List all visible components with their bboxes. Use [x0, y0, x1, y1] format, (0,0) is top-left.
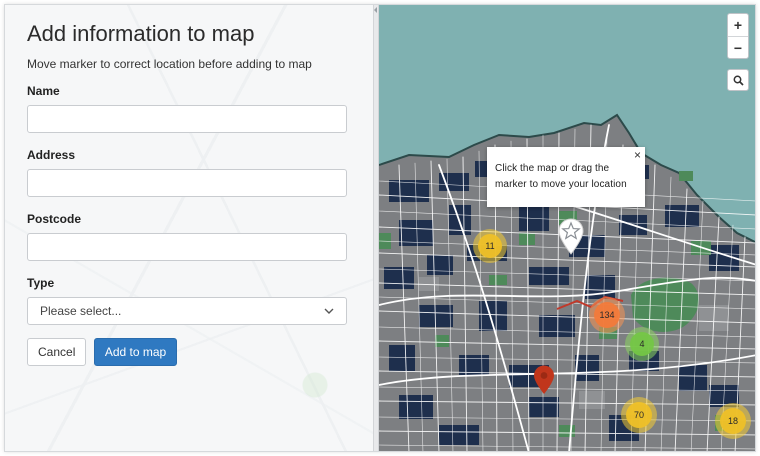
- add-info-form: Add information to map Move marker to co…: [27, 19, 347, 366]
- marker-cluster[interactable]: 11: [473, 229, 507, 263]
- search-icon: [733, 75, 744, 86]
- zoom-in-button[interactable]: +: [728, 14, 748, 36]
- name-label: Name: [27, 84, 60, 98]
- cancel-button[interactable]: Cancel: [27, 338, 87, 366]
- popup-close-button[interactable]: ×: [634, 149, 641, 161]
- form-actions: Cancel Add to map: [27, 338, 347, 366]
- type-label: Type: [27, 276, 55, 290]
- form-title: Add information to map: [27, 21, 255, 46]
- map-search-button[interactable]: [727, 69, 749, 91]
- marker-cluster[interactable]: 134: [589, 297, 625, 333]
- map-view[interactable]: + − × Click the map or drag the marker t…: [379, 5, 755, 451]
- form-hint: Move marker to correct location before a…: [27, 57, 312, 71]
- zoom-out-button[interactable]: −: [728, 36, 748, 58]
- type-select[interactable]: Please select...: [27, 297, 347, 325]
- marker-cluster[interactable]: 4: [625, 327, 659, 361]
- chevron-down-icon: [324, 308, 334, 314]
- marker-cluster[interactable]: 70: [621, 397, 657, 433]
- postcode-label: Postcode: [27, 212, 82, 226]
- name-input[interactable]: [27, 105, 347, 133]
- address-input[interactable]: [27, 169, 347, 197]
- location-popup: × Click the map or drag the marker to mo…: [487, 147, 645, 207]
- postcode-input[interactable]: [27, 233, 347, 261]
- type-select-value: Please select...: [40, 304, 122, 318]
- name-group: Name: [27, 83, 347, 133]
- popup-text: Click the map or drag the marker to move…: [495, 163, 627, 190]
- map-pin-icon[interactable]: [533, 365, 555, 395]
- type-group: Type Please select...: [27, 275, 347, 325]
- marker-cluster[interactable]: 18: [715, 403, 751, 439]
- add-to-map-button[interactable]: Add to map: [93, 338, 178, 366]
- address-group: Address: [27, 147, 347, 197]
- address-label: Address: [27, 148, 76, 162]
- form-panel: Add information to map Move marker to co…: [5, 5, 373, 451]
- collapse-arrow-icon: [374, 7, 377, 13]
- app-frame: Add information to map Move marker to co…: [4, 4, 756, 452]
- postcode-group: Postcode: [27, 211, 347, 261]
- draggable-location-marker[interactable]: [557, 217, 585, 255]
- zoom-controls: + −: [727, 13, 749, 59]
